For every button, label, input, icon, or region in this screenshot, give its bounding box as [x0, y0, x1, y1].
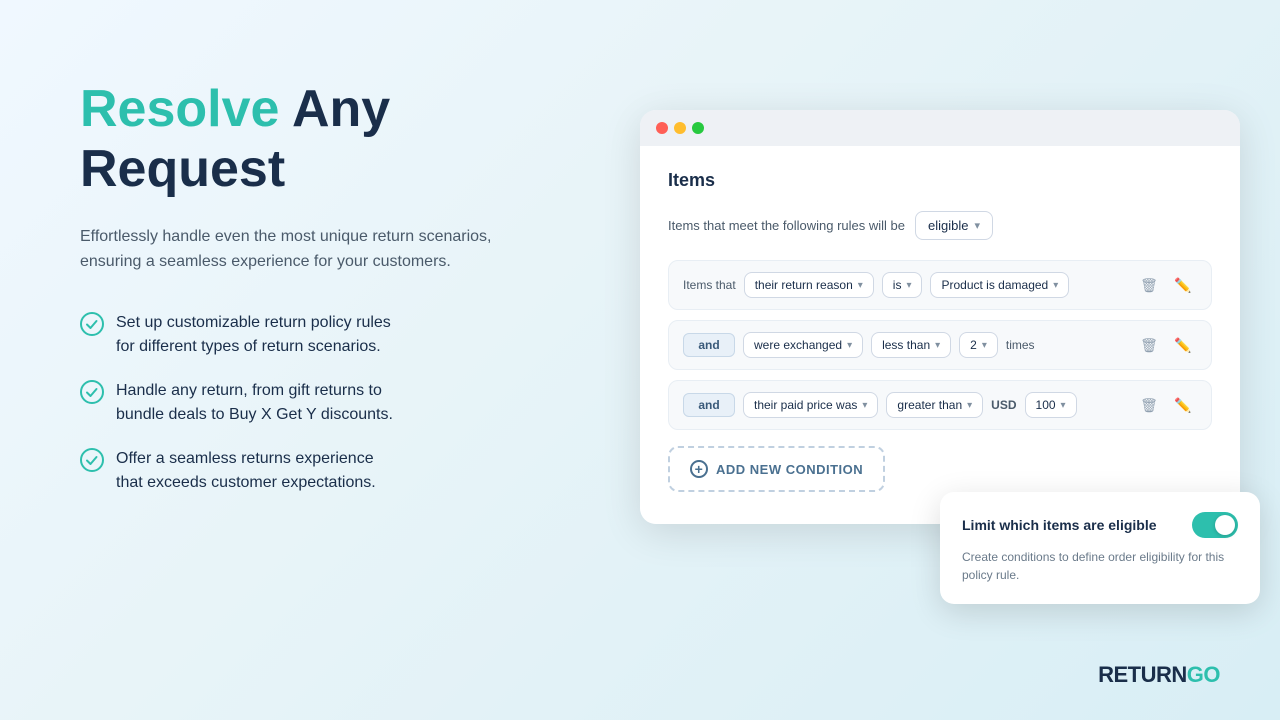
feature-text-1: Set up customizable return policy rulesf… [116, 311, 391, 359]
add-condition-button[interactable]: + ADD NEW CONDITION [668, 446, 885, 492]
feature-text-2: Handle any return, from gift returns tob… [116, 379, 393, 427]
conditions-container: Items that their return reason ▾ is ▾ Pr… [668, 260, 1212, 430]
row1-delete-button[interactable]: 🗑 [1135, 271, 1163, 299]
row2-field-value: were exchanged [754, 338, 842, 352]
browser-window: Items Items that meet the following rule… [640, 110, 1240, 524]
logo-return: RETURN [1098, 662, 1187, 687]
row2-operator-chevron-icon: ▾ [935, 340, 940, 351]
section-title: Items [668, 170, 1212, 191]
row1-actions: 🗑 ✏️ [1135, 271, 1197, 299]
row1-value-text: Product is damaged [941, 278, 1048, 292]
row2-operator-value: less than [882, 338, 930, 352]
tooltip-header: Limit which items are eligible [962, 512, 1238, 538]
row3-currency: USD [991, 398, 1016, 412]
row2-number-value: 2 [970, 338, 977, 352]
check-circle-icon-2 [80, 380, 104, 404]
eligibility-value: eligible [928, 218, 968, 233]
tooltip-card: Limit which items are eligible Create co… [940, 492, 1260, 604]
row3-field-value: their paid price was [754, 398, 857, 412]
eligibility-row: Items that meet the following rules will… [668, 211, 1212, 240]
row1-operator-chevron-icon: ▾ [906, 280, 911, 291]
check-circle-icon-3 [80, 448, 104, 472]
toggle-switch[interactable] [1192, 512, 1238, 538]
logo: RETURNGO [1098, 662, 1220, 688]
add-condition-plus-icon: + [690, 460, 708, 478]
eligibility-select[interactable]: eligible ▾ [915, 211, 993, 240]
add-condition-label: ADD NEW CONDITION [716, 462, 863, 477]
dot-yellow [674, 122, 686, 134]
row3-operator-value: greater than [897, 398, 962, 412]
subtitle: Effortlessly handle even the most unique… [80, 224, 500, 275]
row2-delete-button[interactable]: 🗑 [1135, 331, 1163, 359]
row1-field-value: their return reason [755, 278, 853, 292]
row1-value-select[interactable]: Product is damaged ▾ [930, 272, 1069, 298]
row3-field-select[interactable]: their paid price was ▾ [743, 392, 878, 418]
row2-field-select[interactable]: were exchanged ▾ [743, 332, 863, 358]
row3-and-badge: and [683, 393, 735, 417]
row2-number-chevron-icon: ▾ [982, 340, 987, 351]
eligibility-label: Items that meet the following rules will… [668, 218, 905, 233]
row1-field-chevron-icon: ▾ [858, 280, 863, 291]
feature-item-1: Set up customizable return policy rulesf… [80, 311, 560, 359]
eligibility-chevron-icon: ▾ [974, 219, 980, 232]
row1-value-chevron-icon: ▾ [1053, 280, 1058, 291]
browser-titlebar [640, 110, 1240, 146]
row3-actions: 🗑 ✏️ [1135, 391, 1197, 419]
feature-list: Set up customizable return policy rulesf… [80, 311, 560, 495]
dot-red [656, 122, 668, 134]
check-circle-icon-1 [80, 312, 104, 336]
logo-go: GO [1187, 662, 1220, 687]
browser-content: Items Items that meet the following rule… [640, 146, 1240, 524]
feature-item-3: Offer a seamless returns experiencethat … [80, 447, 560, 495]
left-panel: Resolve AnyRequest Effortlessly handle e… [80, 80, 560, 495]
row3-operator-select[interactable]: greater than ▾ [886, 392, 983, 418]
row2-operator-select[interactable]: less than ▾ [871, 332, 951, 358]
toggle-knob [1215, 515, 1235, 535]
condition-row-2: and were exchanged ▾ less than ▾ 2 ▾ tim… [668, 320, 1212, 370]
row2-actions: 🗑 ✏️ [1135, 331, 1197, 359]
row1-operator-value: is [893, 278, 902, 292]
row2-edit-button[interactable]: ✏️ [1169, 331, 1197, 359]
row1-operator-select[interactable]: is ▾ [882, 272, 923, 298]
condition-row-3: and their paid price was ▾ greater than … [668, 380, 1212, 430]
tooltip-description: Create conditions to define order eligib… [962, 548, 1238, 584]
headline-resolve: Resolve [80, 80, 279, 138]
dot-green [692, 122, 704, 134]
row1-edit-button[interactable]: ✏️ [1169, 271, 1197, 299]
row2-field-chevron-icon: ▾ [847, 340, 852, 351]
row3-number-value: 100 [1036, 398, 1056, 412]
row1-field-select[interactable]: their return reason ▾ [744, 272, 874, 298]
row3-operator-chevron-icon: ▾ [967, 400, 972, 411]
row2-and-badge: and [683, 333, 735, 357]
row2-unit: times [1006, 338, 1035, 352]
row3-field-chevron-icon: ▾ [862, 400, 867, 411]
tooltip-title: Limit which items are eligible [962, 517, 1157, 533]
row3-number-chevron-icon: ▾ [1061, 400, 1066, 411]
row1-prefix: Items that [683, 278, 736, 292]
feature-item-2: Handle any return, from gift returns tob… [80, 379, 560, 427]
condition-row-1: Items that their return reason ▾ is ▾ Pr… [668, 260, 1212, 310]
row3-delete-button[interactable]: 🗑 [1135, 391, 1163, 419]
row3-number-select[interactable]: 100 ▾ [1025, 392, 1077, 418]
headline: Resolve AnyRequest [80, 80, 560, 200]
feature-text-3: Offer a seamless returns experiencethat … [116, 447, 376, 495]
row3-edit-button[interactable]: ✏️ [1169, 391, 1197, 419]
row2-number-select[interactable]: 2 ▾ [959, 332, 998, 358]
